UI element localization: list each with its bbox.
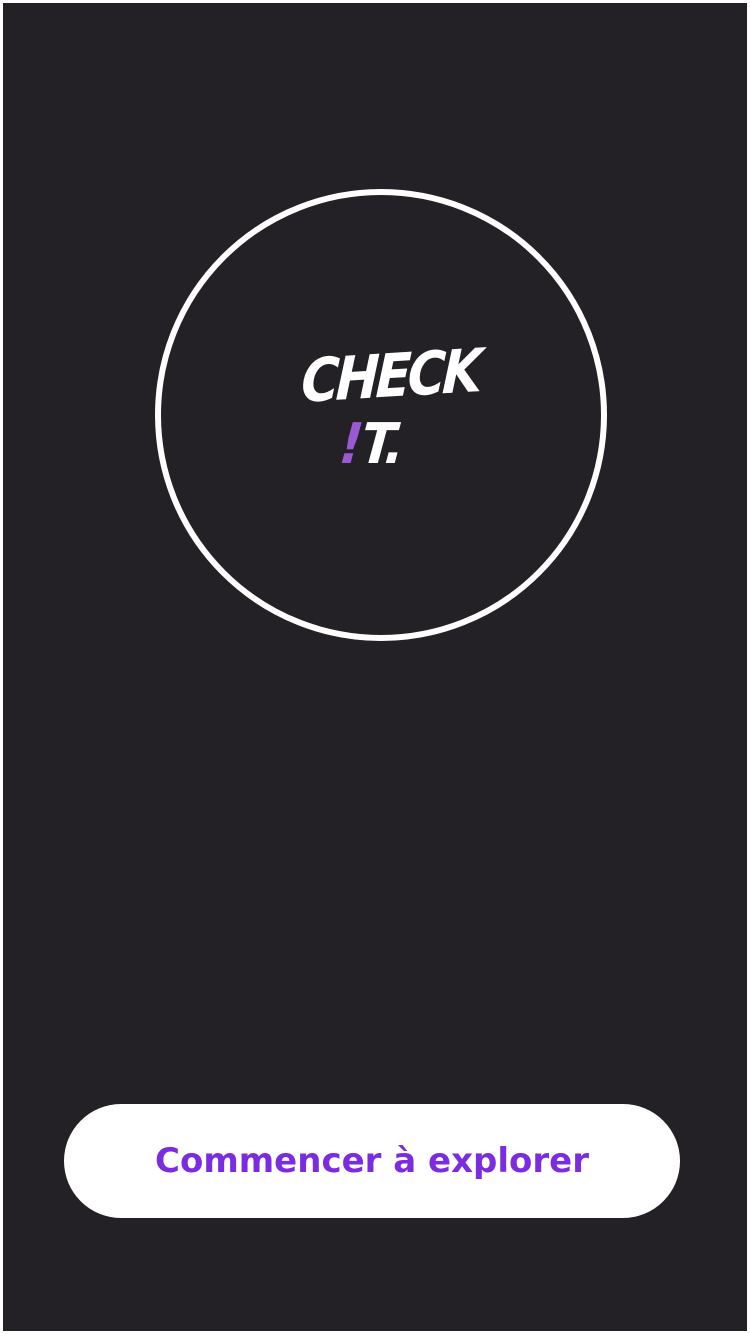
- welcome-screen: CHECK !T. Commencer à explorer: [3, 3, 747, 1331]
- logo-circle: CHECK !T.: [155, 189, 607, 641]
- start-exploring-button[interactable]: Commencer à explorer: [64, 1104, 680, 1218]
- start-exploring-label: Commencer à explorer: [155, 1141, 589, 1181]
- logo-text-t: T.: [358, 412, 406, 477]
- logo-text-it: !T.: [337, 412, 406, 477]
- checkit-logo: CHECK !T.: [300, 336, 481, 487]
- logo-text-check: CHECK: [299, 336, 481, 417]
